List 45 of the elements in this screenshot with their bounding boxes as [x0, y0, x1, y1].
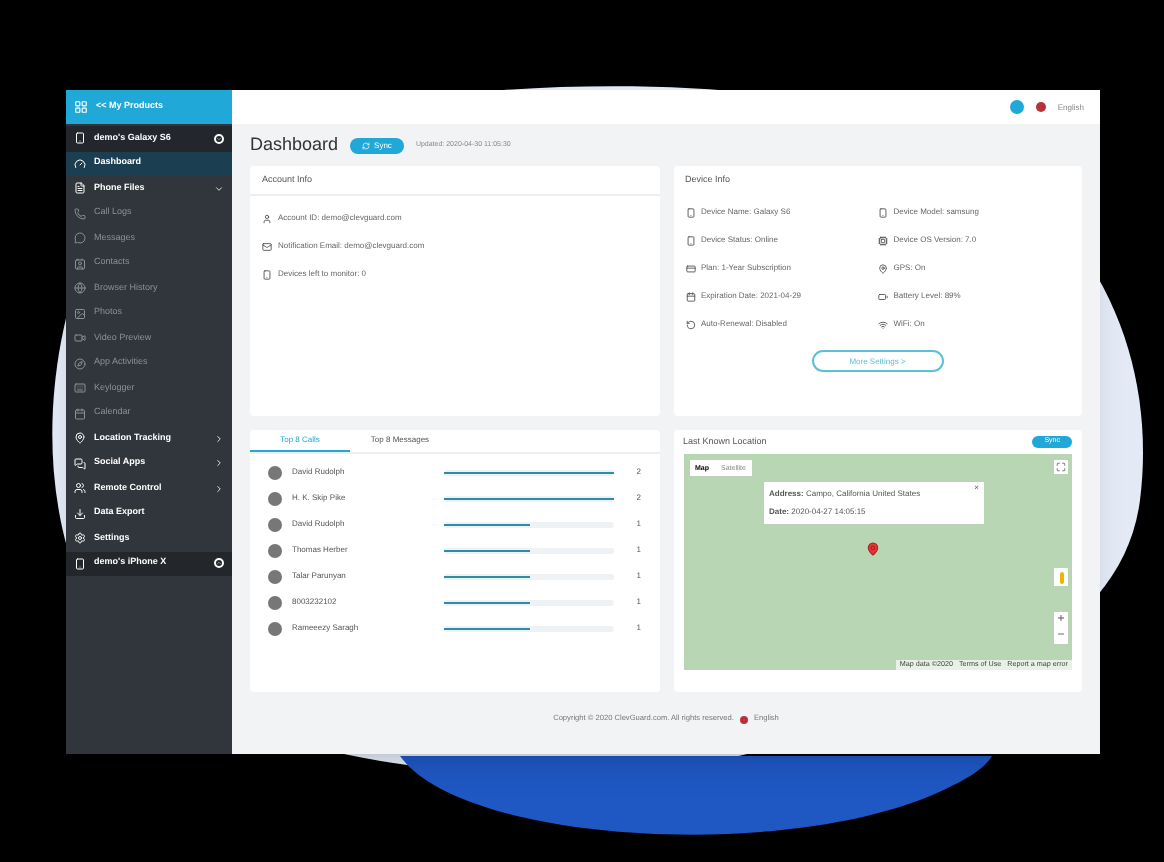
calendar-icon — [74, 407, 86, 420]
page-title: Dashboard — [250, 132, 339, 158]
map-pin-icon — [877, 263, 888, 274]
circled-chevron-icon — [214, 133, 224, 144]
map-pin-icon — [865, 542, 879, 557]
chevron-icon — [214, 458, 224, 469]
chevron-icon — [214, 183, 224, 194]
fullscreen-icon[interactable] — [1054, 460, 1068, 475]
battery-icon — [877, 291, 888, 302]
chat-bubbles-icon — [74, 457, 86, 470]
user-icon — [262, 213, 272, 224]
keyboard-icon — [74, 382, 86, 395]
chat-bubble-icon — [74, 232, 86, 245]
wifi-icon — [877, 319, 888, 330]
download-icon — [74, 507, 86, 520]
phone-icon — [74, 557, 86, 570]
flag-icon — [1035, 102, 1046, 112]
chevron-icon — [214, 433, 224, 444]
phone-icon — [74, 132, 86, 145]
image-icon — [74, 307, 86, 320]
avatar-icon[interactable] — [1009, 100, 1024, 114]
people-icon — [74, 482, 86, 495]
mail-icon — [262, 241, 272, 252]
calendar-icon — [685, 291, 695, 302]
flag-icon — [739, 716, 748, 725]
circled-chevron-icon — [214, 558, 224, 569]
document-icon — [74, 182, 86, 195]
contact-card-icon — [74, 257, 86, 270]
phone-icon — [262, 269, 272, 280]
compass-icon — [74, 357, 86, 370]
chevron-icon — [214, 483, 224, 494]
gauge-icon — [74, 157, 86, 170]
grid-icon — [74, 100, 88, 114]
phone-icon — [685, 235, 695, 246]
globe-icon — [74, 282, 86, 295]
phone-icon — [877, 207, 888, 218]
refresh-icon — [685, 319, 695, 330]
chip-icon — [877, 235, 888, 246]
refresh-icon — [362, 141, 371, 150]
card-icon — [685, 263, 695, 274]
video-icon — [74, 332, 86, 345]
settings-icon — [74, 532, 86, 545]
phone-icon — [685, 207, 695, 218]
map-pin-icon — [74, 432, 86, 445]
phone-handset-icon — [74, 207, 86, 220]
